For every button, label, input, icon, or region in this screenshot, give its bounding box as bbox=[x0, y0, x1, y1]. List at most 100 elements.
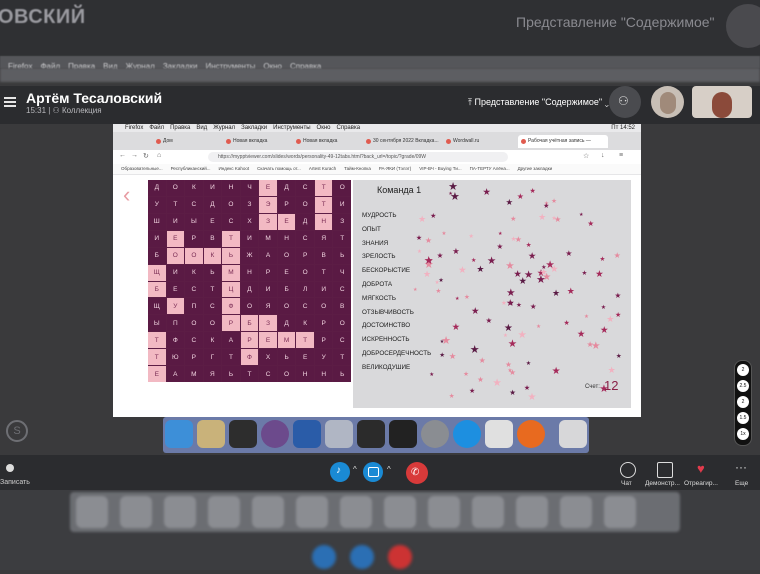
grid-cell[interactable]: Д bbox=[240, 281, 259, 298]
grid-cell[interactable]: Р bbox=[185, 349, 203, 366]
grid-cell[interactable]: М bbox=[277, 332, 296, 349]
grid-cell[interactable]: Ф bbox=[240, 349, 259, 366]
share-screen-icon[interactable] bbox=[657, 462, 673, 478]
more-options-icon[interactable]: ··· bbox=[735, 461, 749, 476]
grid-cell[interactable]: О bbox=[296, 196, 314, 213]
grid-cell[interactable]: Е bbox=[259, 332, 277, 349]
bookmark-item[interactable]: Скачать помощь от... bbox=[257, 166, 301, 171]
mic-options-chevron-icon[interactable]: ^ bbox=[353, 465, 357, 474]
bookmark-item[interactable]: Образовательные... bbox=[121, 166, 163, 171]
grid-cell[interactable]: О bbox=[185, 315, 203, 332]
speed-selector[interactable]: 2 2.5 2 1.5 1x bbox=[734, 360, 752, 446]
grid-cell[interactable]: Е bbox=[277, 264, 296, 281]
grid-cell[interactable]: Ь bbox=[333, 366, 351, 382]
grid-cell[interactable]: З bbox=[333, 213, 351, 230]
bookmark-item[interactable]: ПА-ТЕРТУ Алёна... bbox=[470, 166, 510, 171]
grid-cell[interactable]: Д bbox=[296, 213, 314, 230]
grid-cell[interactable]: О bbox=[203, 315, 222, 332]
grid-cell[interactable]: Ф bbox=[222, 298, 240, 315]
grid-cell[interactable]: С bbox=[203, 298, 222, 315]
view-mode-selector[interactable]: ⤒ Представление "Содержимое" ⌄ bbox=[468, 97, 609, 108]
speed-option[interactable]: 2 bbox=[737, 364, 749, 376]
grid-cell[interactable]: Ь bbox=[333, 247, 351, 264]
grid-cell[interactable]: Т bbox=[333, 349, 351, 366]
grid-cell[interactable]: И bbox=[333, 196, 351, 213]
grid-cell[interactable]: Ц bbox=[222, 281, 240, 298]
speed-option[interactable]: 1.5 bbox=[737, 412, 749, 424]
menu-item[interactable]: Вид bbox=[196, 125, 207, 131]
grid-cell[interactable]: Т bbox=[222, 349, 240, 366]
grid-cell[interactable]: З bbox=[259, 213, 277, 230]
grid-cell[interactable]: Е bbox=[148, 366, 166, 382]
grid-cell[interactable]: Т bbox=[203, 281, 222, 298]
heart-react-icon[interactable]: ♥ bbox=[697, 462, 711, 476]
participant-video-thumbnail[interactable] bbox=[651, 86, 684, 118]
home-icon[interactable]: ⌂ bbox=[157, 152, 161, 159]
grid-cell[interactable]: К bbox=[185, 264, 203, 281]
grid-cell[interactable]: П bbox=[185, 298, 203, 315]
grid-cell[interactable]: Т bbox=[314, 264, 333, 281]
grid-cell[interactable]: К bbox=[185, 180, 203, 196]
grid-cell[interactable]: О bbox=[222, 196, 240, 213]
grid-cell[interactable]: О bbox=[166, 247, 185, 264]
grid-cell[interactable]: О bbox=[166, 180, 185, 196]
word-search-grid[interactable]: ДОКИНЧЕДСТОУТСДОЗЭРОТИШИЫЕСХЗЕДНЗИЕРВТИМ… bbox=[148, 180, 351, 382]
grid-cell[interactable]: Р bbox=[314, 315, 333, 332]
grid-cell[interactable]: Е bbox=[203, 213, 222, 230]
preview-icon[interactable] bbox=[325, 420, 353, 448]
grid-cell[interactable]: М bbox=[185, 366, 203, 382]
grid-cell[interactable]: И bbox=[166, 264, 185, 281]
settings-gear-icon[interactable] bbox=[421, 420, 449, 448]
grid-cell[interactable]: В bbox=[333, 298, 351, 315]
grid-cell[interactable]: С bbox=[296, 230, 314, 247]
grid-cell[interactable]: М bbox=[259, 230, 277, 247]
grid-cell[interactable]: О bbox=[333, 315, 351, 332]
grid-cell[interactable]: У bbox=[166, 298, 185, 315]
grid-cell[interactable]: О bbox=[185, 247, 203, 264]
launcher-icon[interactable] bbox=[197, 420, 225, 448]
url-field[interactable]: https://mypptviewer.com/slides/words/per… bbox=[208, 152, 508, 162]
grid-cell[interactable]: Х bbox=[240, 213, 259, 230]
grid-cell[interactable]: Т bbox=[148, 349, 166, 366]
grid-cell[interactable]: Г bbox=[203, 349, 222, 366]
grid-cell[interactable]: Б bbox=[148, 247, 166, 264]
grid-cell[interactable]: С bbox=[259, 366, 277, 382]
grid-cell[interactable]: Ь bbox=[222, 366, 240, 382]
grid-cell[interactable]: Н bbox=[240, 264, 259, 281]
grid-cell[interactable]: И bbox=[314, 281, 333, 298]
grid-cell[interactable]: Ш bbox=[148, 213, 166, 230]
grid-cell[interactable]: С bbox=[222, 213, 240, 230]
grid-cell[interactable]: П bbox=[166, 315, 185, 332]
keynote-icon[interactable] bbox=[293, 420, 321, 448]
grid-cell[interactable]: С bbox=[296, 298, 314, 315]
grid-cell[interactable]: У bbox=[148, 196, 166, 213]
grid-cell[interactable]: Т bbox=[333, 230, 351, 247]
grid-cell[interactable]: С bbox=[185, 332, 203, 349]
grid-cell[interactable]: Ь bbox=[203, 264, 222, 281]
disk-icon[interactable] bbox=[389, 420, 417, 448]
browser-tab[interactable]: Дом bbox=[153, 135, 223, 148]
grid-cell[interactable]: А bbox=[259, 247, 277, 264]
menu-icon[interactable]: ≡ bbox=[619, 152, 623, 159]
grid-cell[interactable]: Д bbox=[277, 315, 296, 332]
grid-cell[interactable]: Ж bbox=[240, 247, 259, 264]
trash-icon[interactable] bbox=[559, 420, 587, 448]
grid-cell[interactable]: О bbox=[314, 298, 333, 315]
grid-cell[interactable]: Б bbox=[277, 281, 296, 298]
camera-button[interactable] bbox=[363, 462, 383, 482]
forward-icon[interactable]: → bbox=[131, 152, 138, 159]
grid-cell[interactable]: Л bbox=[296, 281, 314, 298]
grid-cell[interactable]: Т bbox=[166, 196, 185, 213]
grid-cell[interactable]: И bbox=[166, 213, 185, 230]
bookmark-item[interactable]: Республиканский... bbox=[171, 166, 211, 171]
grid-cell[interactable]: З bbox=[240, 196, 259, 213]
grid-cell[interactable]: Д bbox=[203, 196, 222, 213]
grid-cell[interactable]: Т bbox=[222, 230, 240, 247]
camera-options-chevron-icon[interactable]: ^ bbox=[387, 465, 391, 474]
bookmark-item[interactable]: VIP-ВЧ - Buying Ти... bbox=[419, 166, 461, 171]
grid-cell[interactable]: Р bbox=[277, 196, 296, 213]
add-participant-button[interactable]: ⚇ bbox=[609, 86, 641, 118]
grid-cell[interactable]: С bbox=[333, 332, 351, 349]
grid-cell[interactable]: Р bbox=[314, 332, 333, 349]
speed-option[interactable]: 2 bbox=[737, 396, 749, 408]
